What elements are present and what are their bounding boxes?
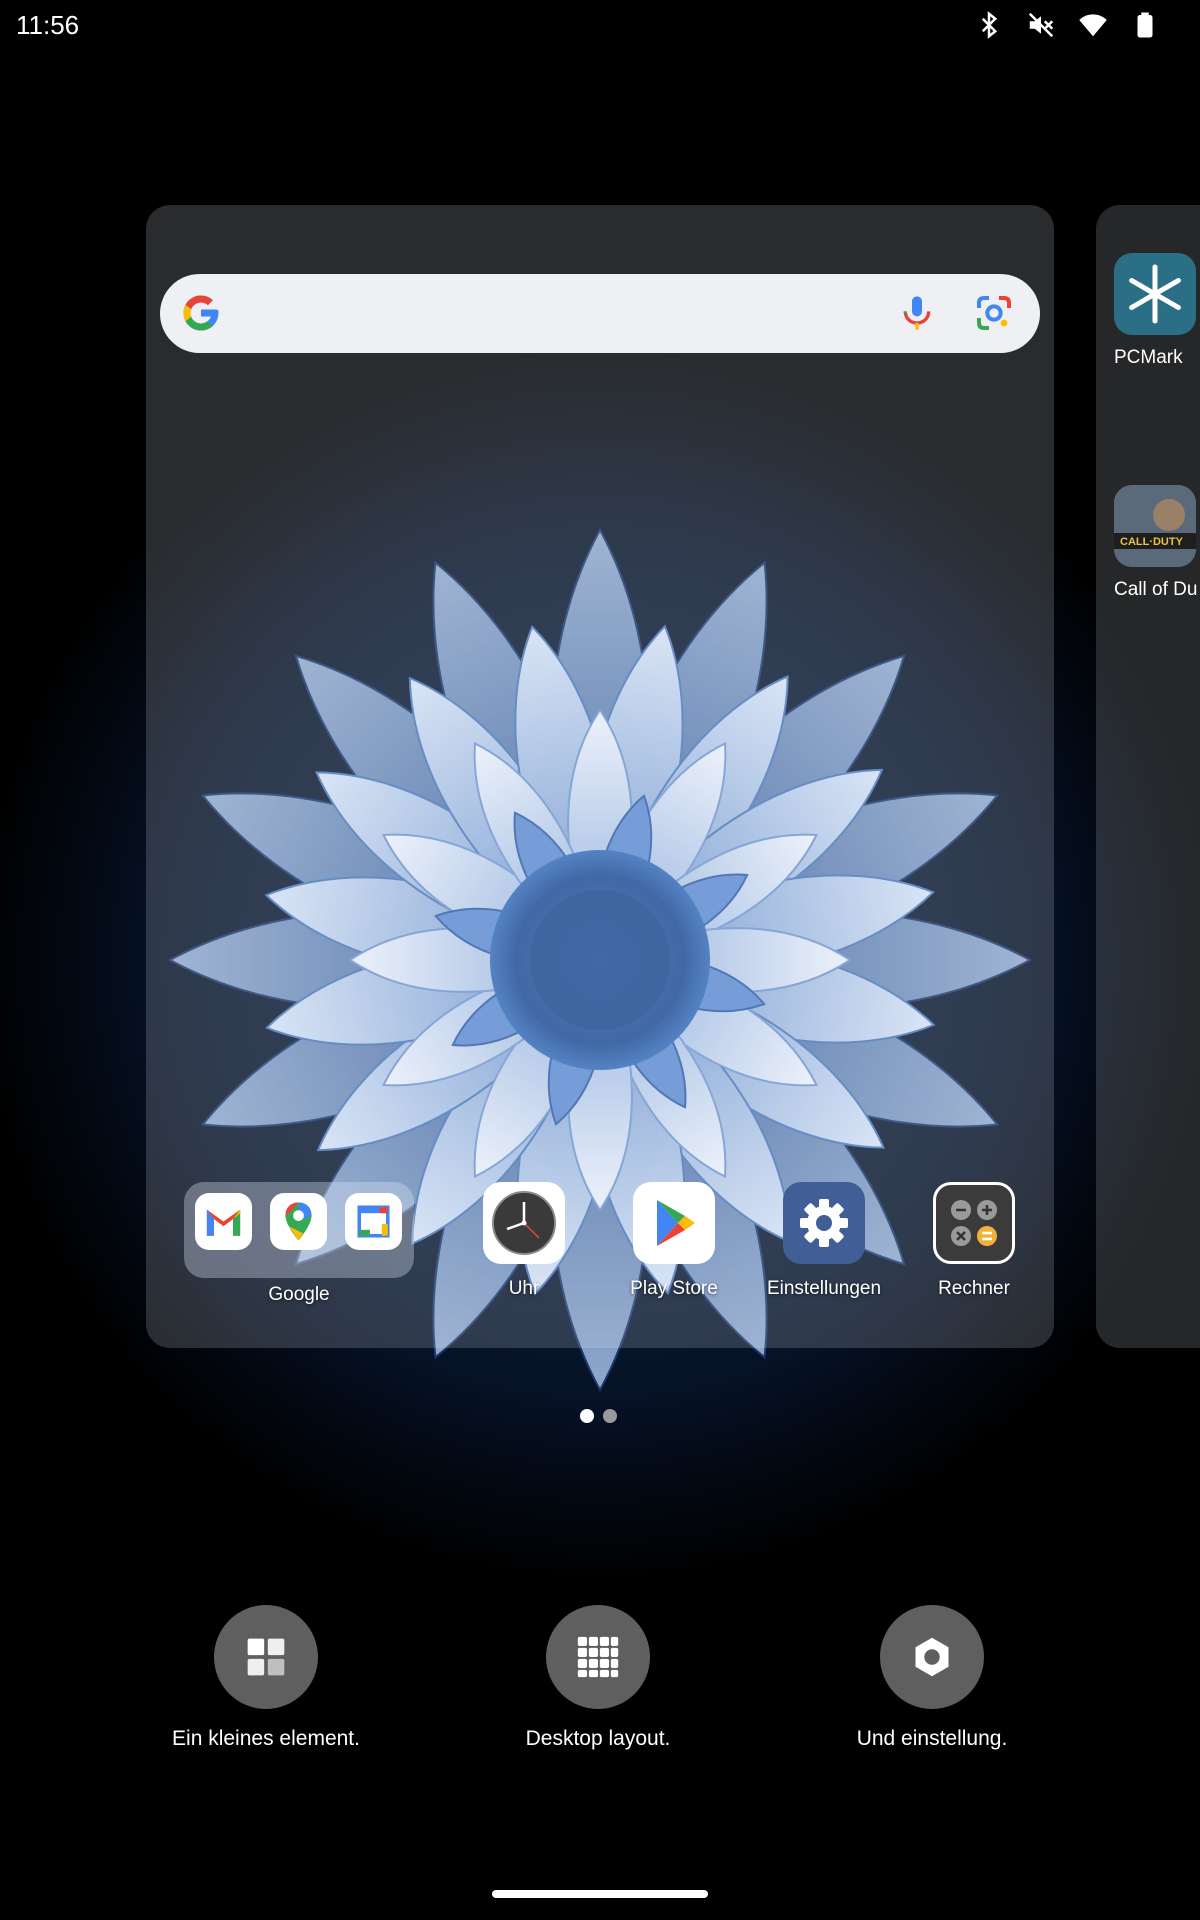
status-bar: 11:56 bbox=[0, 0, 1200, 52]
grid-icon bbox=[546, 1605, 650, 1709]
page-indicator[interactable] bbox=[580, 1409, 617, 1423]
call-of-duty-icon: CALL·DUTY bbox=[1114, 485, 1196, 567]
edit-option-label: Ein kleines element. bbox=[172, 1727, 360, 1750]
lens-icon[interactable] bbox=[974, 293, 1014, 333]
google-search-bar[interactable] bbox=[160, 274, 1040, 353]
widgets-button[interactable]: Ein kleines element. bbox=[116, 1605, 416, 1751]
app-rechner[interactable]: Rechner bbox=[894, 1182, 1054, 1300]
settings-hex-icon bbox=[880, 1605, 984, 1709]
gmail-icon bbox=[195, 1193, 252, 1250]
calculator-icon bbox=[933, 1182, 1015, 1264]
page-dot[interactable] bbox=[603, 1409, 617, 1423]
app-uhr[interactable]: Uhr bbox=[444, 1182, 604, 1300]
app-call-of-duty[interactable]: CALL·DUTY Call of Du bbox=[1114, 485, 1200, 601]
google-folder-label: Google bbox=[268, 1284, 330, 1305]
next-page-preview[interactable] bbox=[1096, 205, 1200, 1348]
status-time: 11:56 bbox=[16, 10, 80, 40]
app-label: Play Store bbox=[630, 1278, 718, 1299]
maps-icon bbox=[270, 1193, 327, 1250]
play-store-icon bbox=[633, 1182, 715, 1264]
battery-icon bbox=[1130, 10, 1160, 40]
edit-option-label: Desktop layout. bbox=[525, 1727, 671, 1750]
app-label: Uhr bbox=[508, 1278, 540, 1299]
page-dot-active[interactable] bbox=[580, 1409, 594, 1423]
home-settings-button[interactable]: Und einstellung. bbox=[782, 1605, 1082, 1751]
google-logo bbox=[183, 295, 219, 331]
settings-icon bbox=[783, 1182, 865, 1264]
wifi-icon bbox=[1078, 10, 1108, 40]
svg-text:CALL·DUTY: CALL·DUTY bbox=[1120, 536, 1184, 548]
app-label: Rechner bbox=[938, 1278, 1010, 1299]
pcmark-icon bbox=[1114, 253, 1196, 335]
home-page-preview[interactable] bbox=[146, 205, 1054, 1348]
calendar-icon bbox=[345, 1193, 402, 1250]
app-label: Call of Du bbox=[1114, 579, 1198, 600]
mute-icon bbox=[1026, 10, 1056, 40]
mic-icon[interactable] bbox=[897, 293, 937, 333]
app-label: Einstellungen bbox=[766, 1278, 882, 1299]
clock-icon bbox=[483, 1182, 565, 1264]
app-play-store[interactable]: Play Store bbox=[594, 1182, 754, 1300]
edit-option-label: Und einstellung. bbox=[856, 1727, 1008, 1750]
app-einstellungen[interactable]: Einstellungen bbox=[744, 1182, 904, 1300]
status-icons bbox=[974, 10, 1160, 40]
widgets-icon bbox=[214, 1605, 318, 1709]
desktop-layout-button[interactable]: Desktop layout. bbox=[448, 1605, 748, 1751]
bluetooth-icon bbox=[974, 10, 1004, 40]
home-gesture-bar[interactable] bbox=[492, 1890, 708, 1898]
app-pcmark[interactable]: PCMark bbox=[1114, 253, 1200, 369]
app-label: PCMark bbox=[1114, 347, 1183, 368]
